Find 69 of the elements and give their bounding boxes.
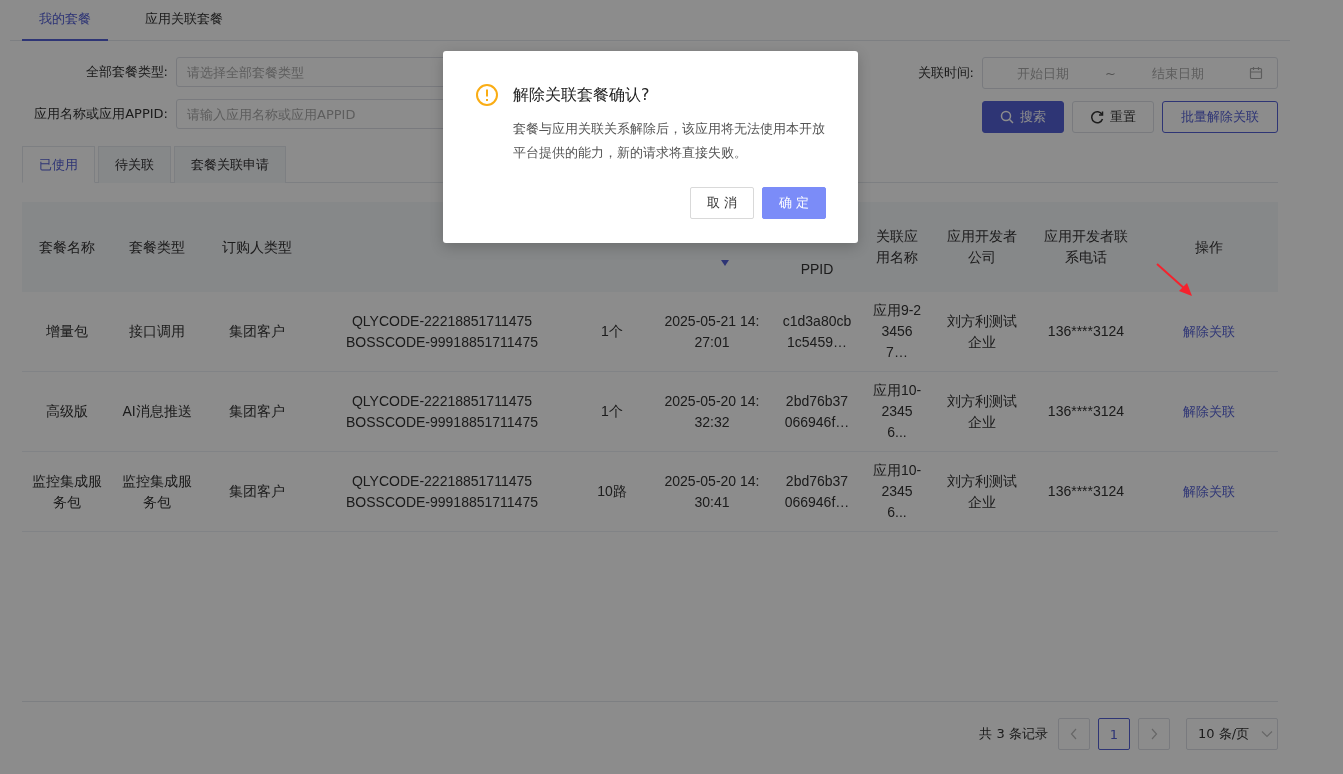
table-cell: 应用10-23456... <box>872 462 922 520</box>
record-count: 共 3 条记录 <box>979 725 1048 743</box>
calendar-icon <box>1249 66 1263 80</box>
field-label: 全部套餐类型: <box>84 63 169 81</box>
table-cell: AI消息推送 <box>122 403 192 419</box>
table-cell: 集团客户 <box>229 483 285 499</box>
table-cell: QLYCODE-22218851711475 BOSSCODE-99918851711475 <box>346 392 538 430</box>
range-separator: ~ <box>1105 65 1116 81</box>
tab[interactable]: 待关联 <box>98 146 171 183</box>
column-header: 操作 <box>1195 237 1223 257</box>
page-number-button[interactable]: 1 <box>1098 718 1130 750</box>
tab[interactable]: 已使用 <box>22 146 95 183</box>
table-cell: 刘方利测试企业 <box>947 472 1017 510</box>
tab[interactable]: 套餐关联申请 <box>174 146 286 183</box>
table-cell: 监控集成服务包 <box>122 472 192 510</box>
column-header: PPID <box>800 260 834 279</box>
table-cell: 监控集成服务包 <box>32 472 102 510</box>
table-cell: 2025-05-21 14:27:01 <box>664 312 760 350</box>
unlink-link[interactable]: 解除关联 <box>1183 481 1235 502</box>
unlink-link[interactable]: 解除关联 <box>1183 401 1235 422</box>
column-header: 套餐名称 <box>39 237 95 257</box>
column-header: 应用开发者联系电话 <box>1043 227 1129 267</box>
table-cell: 10路 <box>597 483 627 499</box>
table-cell: 应用10-23456... <box>872 382 922 440</box>
search-icon <box>1000 110 1014 124</box>
table-cell: 集团客户 <box>229 323 285 339</box>
table-cell: 2025-05-20 14:32:32 <box>664 392 760 430</box>
column-header: 订购人类型 <box>222 237 292 257</box>
cancel-button[interactable]: 取 消 <box>690 187 754 219</box>
refresh-icon <box>1090 110 1104 124</box>
table-cell: 2025-05-20 14:30:41 <box>664 472 760 510</box>
reset-button[interactable]: 重置 <box>1072 101 1154 133</box>
table-cell: QLYCODE-22218851711475 BOSSCODE-99918851711475 <box>346 472 538 510</box>
table-cell: c1d3a80cb1c5459… <box>782 312 852 350</box>
table-cell: 1个 <box>601 323 623 339</box>
table-cell: 136****3124 <box>1047 403 1125 419</box>
sort-caret-icon[interactable] <box>720 258 730 268</box>
table-cell: 刘方利测试企业 <box>947 392 1017 430</box>
field-label: 关联时间: <box>917 64 975 82</box>
column-header: 关联应用名称 <box>875 227 919 267</box>
previous-page-button[interactable] <box>1058 718 1090 750</box>
column-header: 套餐类型 <box>129 237 185 257</box>
field-label: 应用名称或应用APPID: <box>33 105 169 123</box>
table-cell: 刘方利测试企业 <box>947 312 1017 350</box>
chevron-right-icon <box>1150 728 1158 740</box>
page-size-select[interactable]: 10 条/页 <box>1186 718 1278 750</box>
pointer-arrow <box>1156 263 1192 296</box>
column-header: 应用开发者公司 <box>946 227 1018 267</box>
batch-unlink-button[interactable]: 批量解除关联 <box>1162 101 1278 133</box>
tab[interactable]: 应用关联套餐 <box>128 0 240 41</box>
search-button[interactable]: 搜索 <box>982 101 1064 133</box>
table-cell: 应用9-234567… <box>872 302 922 360</box>
next-page-button[interactable] <box>1138 718 1170 750</box>
chevron-down-icon <box>1261 730 1273 738</box>
chevron-left-icon <box>1070 728 1078 740</box>
table-cell: 136****3124 <box>1047 323 1125 339</box>
table-cell: 高级版 <box>46 403 88 419</box>
table-cell: 接口调用 <box>129 323 185 339</box>
table-cell: QLYCODE-22218851711475 BOSSCODE-99918851711475 <box>346 312 538 350</box>
table-cell: 集团客户 <box>229 403 285 419</box>
unlink-link[interactable]: 解除关联 <box>1183 321 1235 342</box>
confirm-button[interactable]: 确 定 <box>762 187 826 219</box>
table-cell: 136****3124 <box>1047 483 1125 499</box>
table-cell: 1个 <box>601 403 623 419</box>
table-cell: 增量包 <box>46 323 88 339</box>
tab[interactable]: 我的套餐 <box>22 0 108 41</box>
warning-icon <box>475 83 499 107</box>
table-cell: 2bd76b37066946f… <box>784 472 850 510</box>
table-cell: 2bd76b37066946f… <box>784 392 850 430</box>
